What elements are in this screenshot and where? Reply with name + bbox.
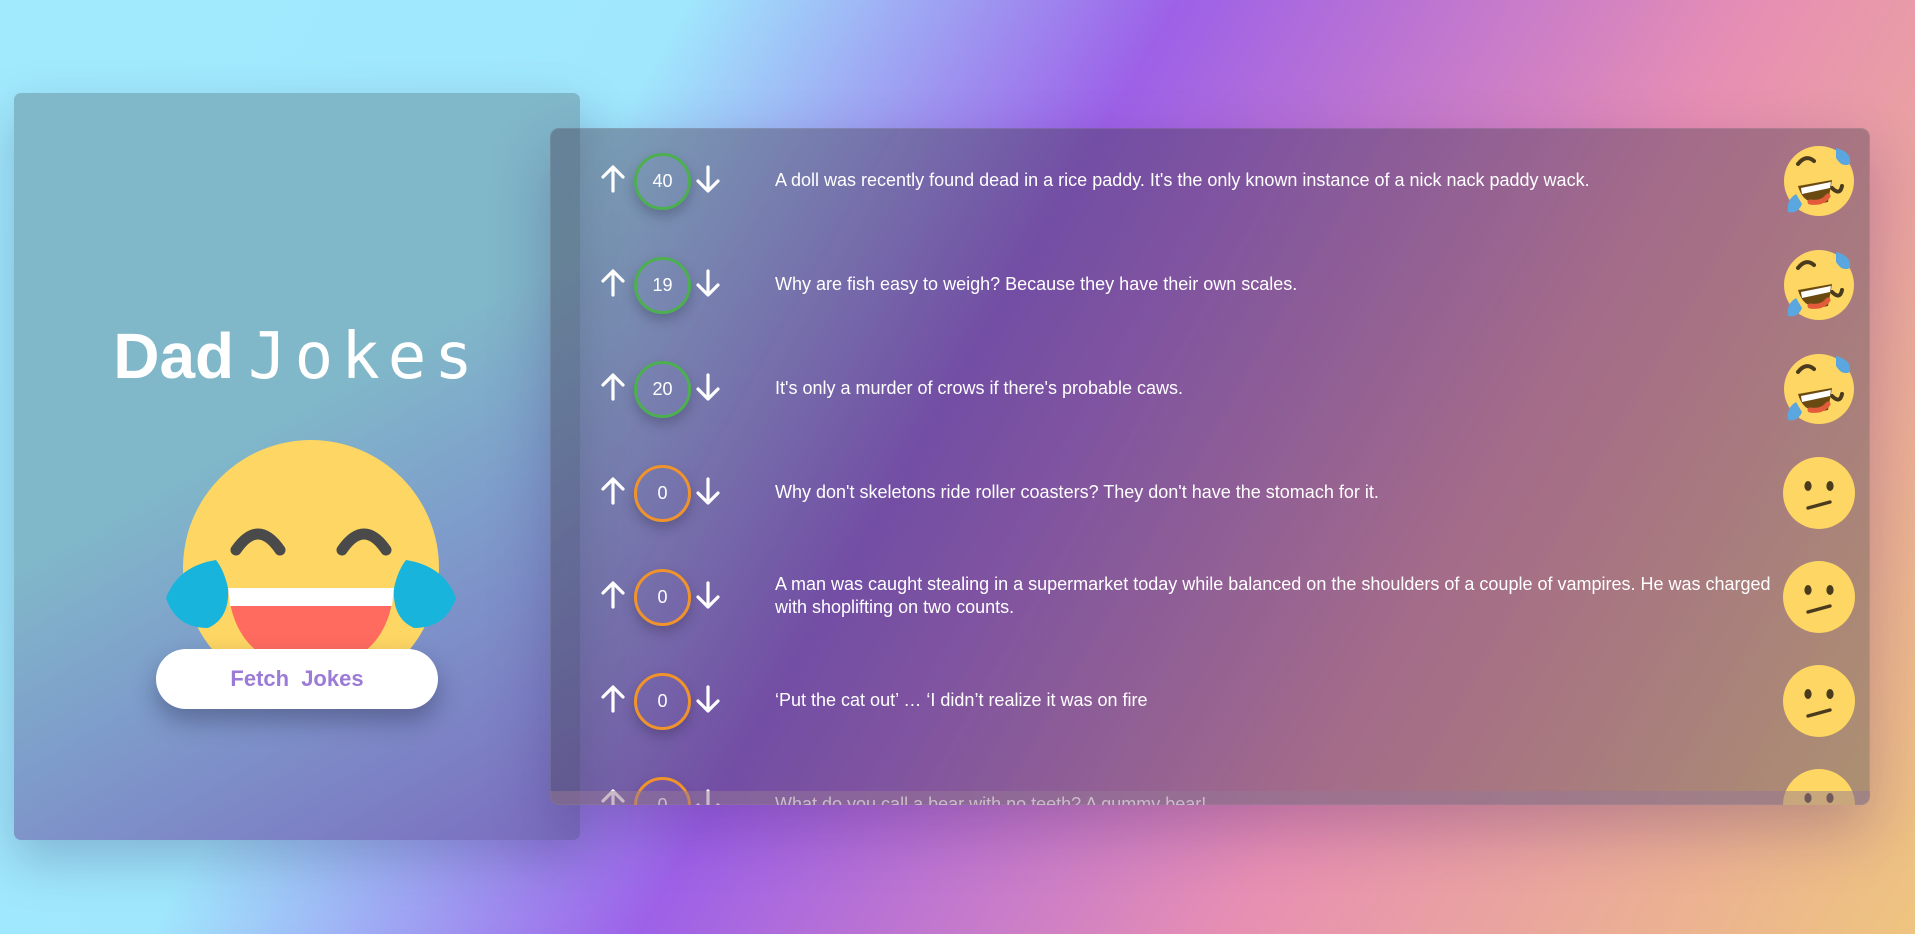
app-title-light: Jokes — [248, 320, 481, 394]
joke-text: A doll was recently found dead in a rice… — [775, 169, 1590, 190]
upvote-arrow-icon[interactable] — [600, 788, 626, 805]
sidebar: Dad Jokes Fetch Jokes — [14, 93, 580, 840]
joke-text: ‘Put the cat out’ … ‘I didn’t realize it… — [775, 689, 1148, 710]
downvote-arrow-icon[interactable] — [695, 788, 721, 805]
vote-controls: 40 — [600, 128, 740, 232]
joke-item: 0 Why don't skeletons ride roller coaste… — [550, 440, 1870, 544]
upvote-arrow-icon[interactable] — [600, 164, 626, 194]
vote-controls: 0 — [600, 752, 740, 805]
joke-item: 19 Why are fish easy to weigh? Because t… — [550, 232, 1870, 336]
joke-item: 0 A man was caught stealing in a superma… — [550, 544, 1870, 648]
confused-face-icon — [1782, 560, 1856, 634]
upvote-arrow-icon[interactable] — [600, 684, 626, 714]
joke-list: 40 A doll was recently found dead in a r… — [550, 128, 1870, 805]
downvote-arrow-icon[interactable] — [695, 268, 721, 298]
vote-score: 0 — [634, 673, 691, 730]
vote-score: 19 — [634, 257, 691, 314]
confused-face-icon — [1782, 664, 1856, 738]
vote-score: 0 — [634, 777, 691, 805]
downvote-arrow-icon[interactable] — [695, 684, 721, 714]
vote-controls: 20 — [600, 336, 740, 440]
vote-controls: 0 — [600, 648, 740, 752]
joke-text: A man was caught stealing in a supermark… — [775, 574, 1771, 617]
rolling-on-floor-laughing-icon — [1782, 352, 1856, 426]
downvote-arrow-icon[interactable] — [695, 164, 721, 194]
app-title: Dad Jokes — [14, 321, 580, 392]
rolling-on-floor-laughing-icon — [1782, 144, 1856, 218]
vote-controls: 19 — [600, 232, 740, 336]
joke-text: Why don't skeletons ride roller coasters… — [775, 481, 1379, 502]
joke-text: Why are fish easy to weigh? Because they… — [775, 273, 1298, 294]
jokes-panel[interactable]: 40 A doll was recently found dead in a r… — [550, 128, 1870, 805]
upvote-arrow-icon[interactable] — [600, 372, 626, 402]
rolling-on-floor-laughing-icon — [1782, 248, 1856, 322]
fetch-jokes-button[interactable]: Fetch Jokes — [156, 649, 438, 709]
confused-face-icon — [1782, 456, 1856, 530]
vote-score: 40 — [634, 153, 691, 210]
vote-score: 0 — [634, 465, 691, 522]
vote-score: 20 — [634, 361, 691, 418]
vote-controls: 0 — [600, 544, 740, 648]
joke-text: It's only a murder of crows if there's p… — [775, 377, 1184, 398]
downvote-arrow-icon[interactable] — [695, 580, 721, 610]
upvote-arrow-icon[interactable] — [600, 476, 626, 506]
confused-face-icon — [1782, 768, 1856, 805]
app-title-bold: Dad — [113, 320, 235, 392]
downvote-arrow-icon[interactable] — [695, 372, 721, 402]
vote-controls: 0 — [600, 440, 740, 544]
upvote-arrow-icon[interactable] — [600, 268, 626, 298]
upvote-arrow-icon[interactable] — [600, 580, 626, 610]
joke-item: 40 A doll was recently found dead in a r… — [550, 128, 1870, 232]
joke-item: 0 What do you call a bear with no teeth?… — [550, 752, 1870, 805]
joke-item: 0 ‘Put the cat out’ … ‘I didn’t realize … — [550, 648, 1870, 752]
joke-text: What do you call a bear with no teeth? A… — [775, 793, 1207, 806]
joke-item: 20 It's only a murder of crows if there'… — [550, 336, 1870, 440]
downvote-arrow-icon[interactable] — [695, 476, 721, 506]
vote-score: 0 — [634, 569, 691, 626]
